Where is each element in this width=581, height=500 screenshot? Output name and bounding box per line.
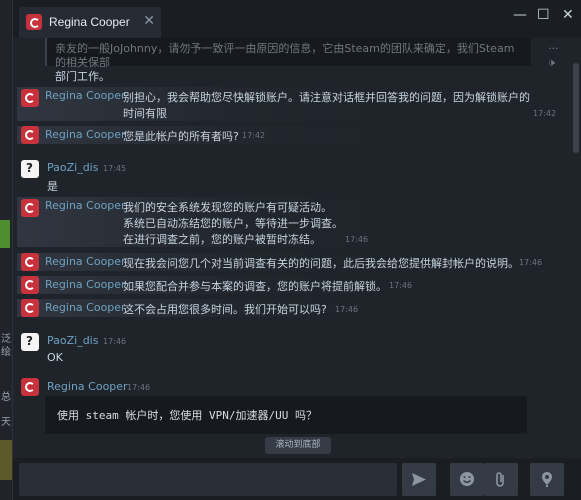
microphone-icon xyxy=(542,472,552,487)
chat-message: Regina Cooper 您是此帐户的所有者吗? 17:42 xyxy=(13,126,553,144)
desktop-green-block xyxy=(0,220,10,248)
avatar[interactable] xyxy=(21,333,39,351)
send-button[interactable] xyxy=(402,463,436,496)
message-text: 在进行调查之前，您的账户被暂时冻结。 xyxy=(123,233,321,246)
title-bar[interactable]: Regina Cooper ✕ — ☐ ✕ xyxy=(13,0,581,38)
message-text: 我们的安全系统发现您的账户有可疑活动。 xyxy=(123,201,332,214)
emoji-icon xyxy=(460,472,474,486)
chat-log[interactable]: 亲友的一般JoJohnny，请勿予一致评一由原因的信息，它由Steam的团队来确… xyxy=(13,38,573,458)
voice-indicator-icon: 🕩 xyxy=(548,56,555,69)
message-time: 17:46 xyxy=(103,337,127,346)
maximize-button[interactable]: ☐ xyxy=(537,7,550,23)
side-icons: ··· 🕩 xyxy=(548,42,559,70)
sender-name[interactable]: PaoZi_dis xyxy=(47,334,98,347)
message-text: 时间有限 xyxy=(123,107,167,120)
paperclip-icon xyxy=(496,472,504,487)
chat-message: Regina Cooper 这不会占用您很多时间。我们开始可以吗? 17:46 xyxy=(13,299,553,317)
desktop-edge: 泛 绘 总 天 xyxy=(0,0,12,500)
message-time: 17:42 xyxy=(533,109,557,118)
message-text: OK xyxy=(47,351,63,364)
avatar[interactable] xyxy=(21,378,39,396)
message-text: 别担心，我会帮助您尽快解锁账户。请注意对话框并回答我的问题，因为解锁账户的 xyxy=(123,91,530,104)
message-time: 17:46 xyxy=(335,305,359,314)
chat-message: Regina Cooper 如果您配合并参与本案的调查，您的账户将提前解锁。 1… xyxy=(13,276,553,294)
send-icon xyxy=(412,473,426,486)
message-time: 17:45 xyxy=(103,164,127,173)
desktop-text: 总 xyxy=(1,392,11,403)
message-time: 17:46 xyxy=(345,235,369,244)
message-time: 17:46 xyxy=(389,281,413,290)
sender-name[interactable]: Regina Cooper xyxy=(45,255,126,268)
voice-button[interactable] xyxy=(530,463,564,496)
input-bar xyxy=(13,458,581,500)
avatar xyxy=(26,14,42,30)
message-text: 是 xyxy=(47,180,58,193)
desktop-text: 绘 xyxy=(1,347,11,358)
scrollbar[interactable] xyxy=(573,48,579,456)
chat-message: PaoZi_dis 17:45 是 xyxy=(13,158,553,193)
avatar[interactable] xyxy=(21,199,39,217)
ellipsis-icon[interactable]: ··· xyxy=(548,42,559,56)
minimize-button[interactable]: — xyxy=(513,7,527,23)
sender-name[interactable]: Regina Cooper xyxy=(45,128,126,141)
desktop-yellow-block xyxy=(0,440,12,480)
scrollbar-thumb[interactable] xyxy=(573,63,579,153)
attach-button[interactable] xyxy=(484,463,518,496)
close-button[interactable]: ✕ xyxy=(562,7,574,23)
chat-message: Regina Cooper 别担心，我会帮助您尽快解锁账户。请注意对话框并回答我… xyxy=(13,87,557,121)
chat-message: PaoZi_dis 17:46 OK xyxy=(13,331,553,365)
message-text: 系统已自动冻结您的账户，等待进一步调查。 xyxy=(123,217,343,230)
code-message: 使用 steam 帐户时，您使用 VPN/加速器/UU 吗？ xyxy=(45,396,527,434)
quoted-message: 亲友的一般JoJohnny，请勿予一致评一由原因的信息，它由Steam的团队来确… xyxy=(45,38,531,83)
chat-message: Regina Cooper 现在我会问您几个对当前调查有关的的问题，此后我会给您… xyxy=(13,253,553,271)
quote-line: 亲友的一般JoJohnny，请勿予一致评一由原因的信息，它由Steam的团队来确… xyxy=(55,42,515,69)
sender-name[interactable]: Regina Cooper xyxy=(45,199,126,212)
message-text: 这不会占用您很多时间。我们开始可以吗? xyxy=(123,303,327,316)
message-time: 17:46 xyxy=(127,383,151,392)
message-input[interactable] xyxy=(19,463,397,496)
message-text: 现在我会问您几个对当前调查有关的的问题，此后我会给您提供解封帐户的说明。 xyxy=(123,257,519,270)
tab-close-icon[interactable]: ✕ xyxy=(143,13,155,29)
sender-name[interactable]: Regina Cooper xyxy=(47,380,128,393)
chat-window: Regina Cooper ✕ — ☐ ✕ 亲友的一般JoJohnny，请勿予一… xyxy=(12,0,581,500)
message-time: 17:42 xyxy=(242,131,266,140)
avatar[interactable] xyxy=(21,253,39,271)
message-text: 如果您配合并参与本案的调查，您的账户将提前解锁。 xyxy=(123,280,387,293)
tab-title: Regina Cooper xyxy=(49,15,130,29)
scroll-to-bottom-button[interactable]: 滚动到底部 xyxy=(265,437,331,454)
avatar[interactable] xyxy=(21,276,39,294)
avatar[interactable] xyxy=(21,160,39,178)
quote-line: 部门工作。 xyxy=(55,70,110,83)
sender-name[interactable]: Regina Cooper xyxy=(45,89,126,102)
sender-name[interactable]: Regina Cooper xyxy=(45,301,126,314)
sender-name[interactable]: Regina Cooper xyxy=(45,278,126,291)
sender-name[interactable]: PaoZi_dis xyxy=(47,161,98,174)
avatar[interactable] xyxy=(21,126,39,144)
avatar[interactable] xyxy=(21,299,39,317)
message-time: 17:46 xyxy=(519,258,543,267)
message-text: 您是此帐户的所有者吗? xyxy=(123,130,239,143)
chat-tab[interactable]: Regina Cooper ✕ xyxy=(19,7,161,38)
chat-message: Regina Cooper 我们的安全系统发现您的账户有可疑活动。 系统已自动冻… xyxy=(13,197,553,247)
emoji-button[interactable] xyxy=(450,463,484,496)
desktop-text: 天 xyxy=(1,417,11,428)
avatar[interactable] xyxy=(21,89,39,107)
